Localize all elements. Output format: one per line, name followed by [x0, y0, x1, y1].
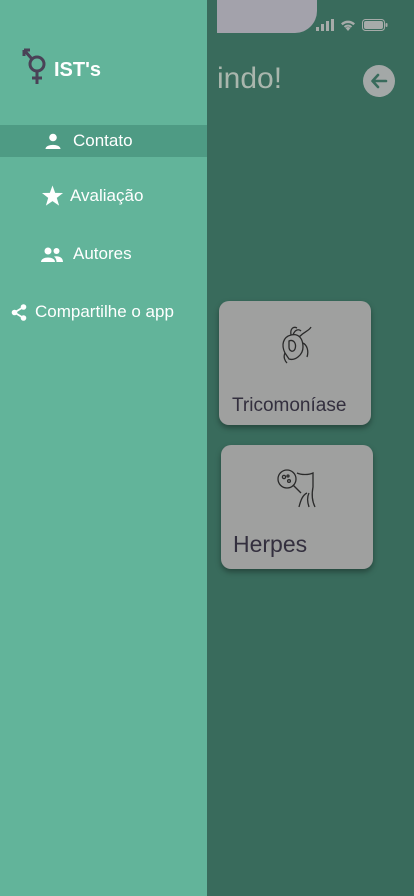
- signal-icon: [316, 19, 334, 31]
- menu-item-label: Autores: [73, 244, 132, 263]
- menu-item-avaliacao[interactable]: Avaliação: [0, 180, 207, 212]
- device-notch: [217, 0, 317, 33]
- menu-item-contato[interactable]: Contato: [0, 125, 207, 157]
- back-button[interactable]: [363, 65, 395, 97]
- star-icon: [40, 185, 64, 207]
- wifi-icon: [341, 20, 355, 31]
- card-label: Tricomoníase: [232, 395, 347, 416]
- share-icon: [11, 303, 27, 321]
- status-bar: [316, 19, 388, 31]
- menu-item-label: Compartilhe o app: [35, 302, 174, 321]
- person-icon: [44, 133, 62, 149]
- menu-item-label: Contato: [73, 131, 133, 150]
- card-label: Herpes: [233, 531, 308, 557]
- menu-item-compartilhe[interactable]: Compartilhe o app: [0, 296, 207, 328]
- group-icon: [41, 247, 63, 262]
- disease-card-herpes[interactable]: Herpes: [221, 445, 373, 569]
- herpes-icon: [277, 469, 316, 508]
- logo-text: IST's: [54, 58, 101, 81]
- arrow-left-icon: [371, 73, 388, 89]
- battery-icon: [362, 19, 388, 31]
- menu-item-autores[interactable]: Autores: [0, 238, 207, 270]
- menu-item-label: Avaliação: [70, 186, 144, 205]
- navigation-drawer: IST's Contato Avaliação Autores Comparti…: [0, 0, 207, 896]
- gender-symbol-icon: [22, 48, 46, 84]
- app-logo: IST's: [22, 47, 101, 87]
- trichomonas-icon: [282, 326, 312, 364]
- disease-card-tricomoniase[interactable]: Tricomoníase: [219, 301, 371, 425]
- greeting-text: indo!: [217, 62, 283, 95]
